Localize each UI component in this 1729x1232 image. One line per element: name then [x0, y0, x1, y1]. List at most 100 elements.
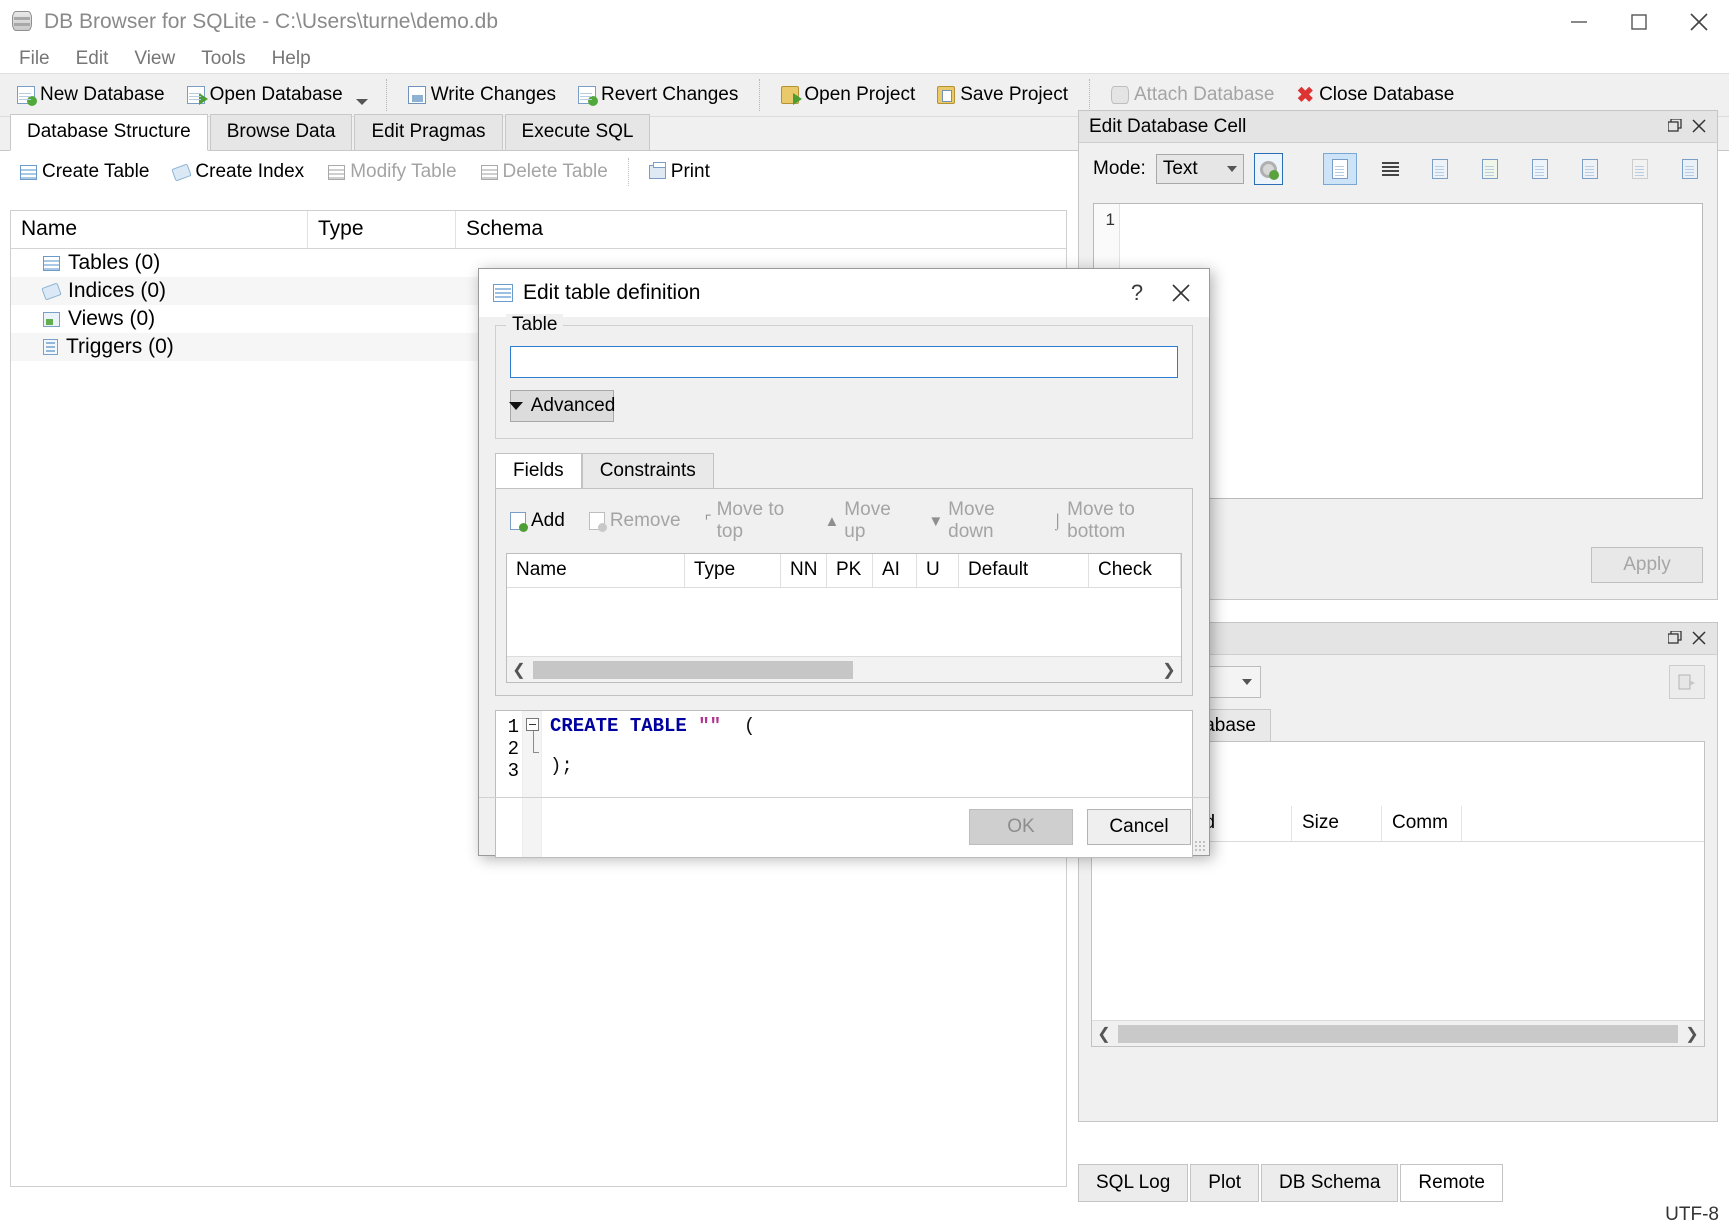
create-index-button[interactable]: Create Index: [161, 157, 316, 187]
dialog-tab-fields[interactable]: Fields: [495, 453, 582, 488]
move-to-bottom-label: Move to bottom: [1067, 499, 1178, 543]
restore-icon[interactable]: [1663, 115, 1687, 139]
attach-database-icon: [1111, 86, 1129, 104]
print-button[interactable]: Print: [637, 157, 722, 187]
menu-item-view[interactable]: View: [123, 45, 186, 73]
grid-column-default[interactable]: Default: [959, 554, 1089, 587]
word-wrap-icon[interactable]: [1373, 153, 1407, 185]
help-button[interactable]: ?: [1115, 271, 1159, 315]
sql-keyword: CREATE TABLE: [550, 715, 687, 737]
tree-item-label: Indices (0): [68, 279, 166, 303]
open-database-button[interactable]: Open Database: [176, 80, 354, 110]
dialog-close-button[interactable]: [1159, 271, 1203, 315]
print-icon[interactable]: [1673, 153, 1707, 185]
modify-table-label: Modify Table: [350, 161, 456, 183]
close-icon[interactable]: [1687, 115, 1711, 139]
tree-column-schema[interactable]: Schema: [456, 211, 1066, 248]
remote-column-commit[interactable]: Comm: [1382, 806, 1462, 841]
advanced-button[interactable]: Advanced: [510, 390, 614, 422]
cancel-button[interactable]: Cancel: [1087, 809, 1191, 845]
scrollbar-thumb[interactable]: [533, 661, 853, 679]
apply-button: Apply: [1591, 547, 1703, 583]
set-null-icon: [1623, 153, 1657, 185]
tree-header: Name Type Schema: [11, 211, 1066, 249]
upload-icon: [1678, 673, 1696, 691]
scrollbar-thumb[interactable]: [1118, 1025, 1678, 1043]
scroll-left-icon[interactable]: ❮: [1092, 1024, 1116, 1044]
move-to-bottom-icon: ⌡: [1053, 513, 1062, 530]
close-database-icon: ✖: [1296, 85, 1314, 106]
restore-icon[interactable]: [1663, 627, 1687, 651]
new-database-button[interactable]: New Database: [6, 80, 176, 110]
create-table-button[interactable]: Create Table: [8, 157, 161, 187]
mode-select[interactable]: Text: [1156, 154, 1244, 184]
export-icon[interactable]: [1473, 153, 1507, 185]
save-project-button[interactable]: Save Project: [926, 80, 1079, 110]
bottom-tab-remote[interactable]: Remote: [1400, 1164, 1503, 1202]
bottom-tab-sql-log[interactable]: SQL Log: [1078, 1164, 1188, 1202]
remote-horizontal-scrollbar[interactable]: ❮ ❯: [1092, 1020, 1704, 1046]
import-icon[interactable]: [1423, 153, 1457, 185]
open-database-icon: [187, 86, 205, 104]
remote-column-size[interactable]: Size: [1292, 806, 1382, 841]
write-changes-button[interactable]: Write Changes: [397, 80, 567, 110]
window-title: DB Browser for SQLite - C:\Users\turne\d…: [44, 10, 498, 34]
grid-column-type[interactable]: Type: [685, 554, 781, 587]
apply-settings-button[interactable]: [1254, 153, 1283, 185]
menu-item-edit[interactable]: Edit: [65, 45, 120, 73]
menu-item-file[interactable]: File: [8, 45, 61, 73]
tab-browse-data[interactable]: Browse Data: [210, 114, 353, 150]
grid-column-name[interactable]: Name: [507, 554, 685, 587]
create-index-icon: [173, 165, 190, 180]
save-as-icon[interactable]: [1523, 153, 1557, 185]
dialog-tab-constraints[interactable]: Constraints: [582, 453, 714, 488]
tab-database-structure[interactable]: Database Structure: [10, 114, 208, 151]
text-mode-icon[interactable]: [1323, 153, 1357, 185]
bottom-tab-plot[interactable]: Plot: [1190, 1164, 1259, 1202]
bottom-tab-db-schema[interactable]: DB Schema: [1261, 1164, 1398, 1202]
grid-column-check[interactable]: Check: [1089, 554, 1181, 587]
fields-grid-scrollbar[interactable]: ❮ ❯: [507, 656, 1181, 682]
add-field-button[interactable]: Add: [510, 510, 565, 532]
tab-edit-pragmas[interactable]: Edit Pragmas: [354, 114, 502, 150]
tab-execute-sql[interactable]: Execute SQL: [505, 114, 651, 150]
collapse-icon[interactable]: [526, 718, 539, 731]
tree-column-name[interactable]: Name: [11, 211, 308, 248]
move-up-button: ▲ Move up: [824, 499, 904, 543]
write-changes-label: Write Changes: [431, 84, 556, 106]
close-button[interactable]: [1669, 0, 1729, 44]
scroll-right-icon[interactable]: ❯: [1680, 1024, 1704, 1044]
minimize-button[interactable]: [1549, 0, 1609, 44]
toolbar-separator: [759, 79, 760, 111]
open-project-icon: [781, 86, 799, 104]
maximize-button[interactable]: [1609, 0, 1669, 44]
new-database-icon: [17, 86, 35, 104]
close-database-button[interactable]: ✖ Close Database: [1285, 80, 1465, 110]
upload-button[interactable]: [1669, 665, 1705, 699]
modify-table-button: Modify Table: [316, 157, 468, 187]
table-name-input[interactable]: [510, 346, 1178, 378]
close-icon[interactable]: [1687, 627, 1711, 651]
fields-grid[interactable]: Name Type NN PK AI U Default Check ❮ ❯: [506, 553, 1182, 683]
grid-column-nn[interactable]: NN: [781, 554, 827, 587]
revert-changes-button[interactable]: Revert Changes: [567, 80, 749, 110]
open-in-external-icon[interactable]: [1573, 153, 1607, 185]
move-to-top-label: Move to top: [717, 499, 801, 543]
dialog-resize-grip[interactable]: [1194, 840, 1206, 852]
grid-column-pk[interactable]: PK: [827, 554, 873, 587]
grid-column-u[interactable]: U: [917, 554, 959, 587]
menu-item-help[interactable]: Help: [261, 45, 322, 73]
delete-table-label: Delete Table: [503, 161, 608, 183]
scroll-left-icon[interactable]: ❮: [507, 660, 531, 680]
grid-column-ai[interactable]: AI: [873, 554, 917, 587]
open-project-button[interactable]: Open Project: [770, 80, 926, 110]
add-field-label: Add: [531, 510, 565, 532]
toolbar-separator: [1089, 79, 1090, 111]
scroll-right-icon[interactable]: ❯: [1157, 660, 1181, 680]
index-icon: [43, 284, 60, 299]
menu-item-tools[interactable]: Tools: [190, 45, 256, 73]
edit-cell-dock-title: Edit Database Cell: [1089, 116, 1663, 138]
open-database-dropdown-icon[interactable]: [356, 99, 368, 105]
tree-column-type[interactable]: Type: [308, 211, 456, 248]
print-icon: [649, 165, 666, 179]
